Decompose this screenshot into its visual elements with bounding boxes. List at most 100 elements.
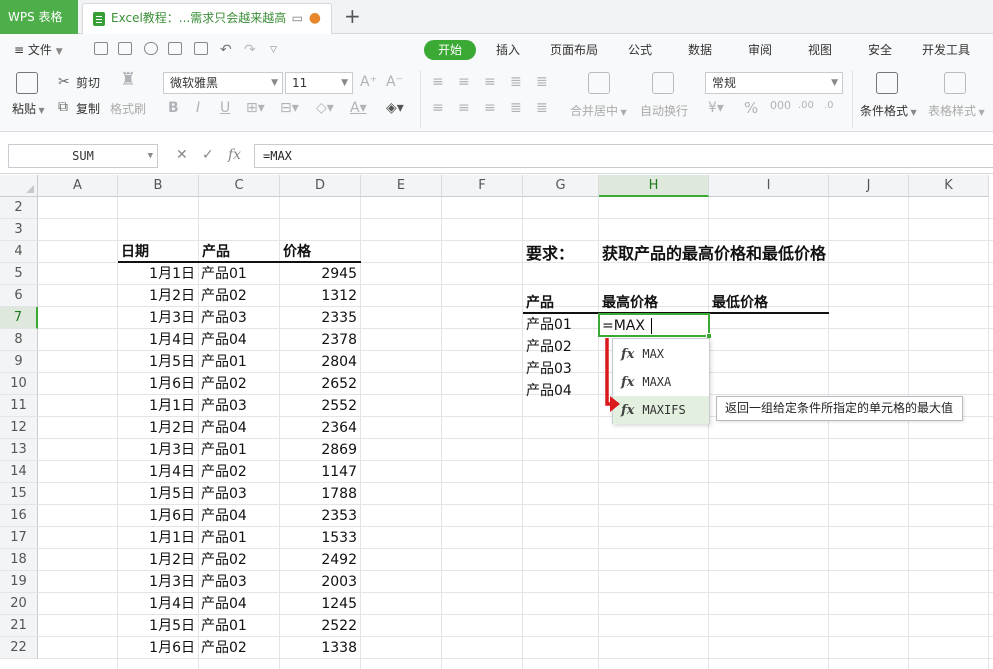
tab-home[interactable]: 开始 (424, 40, 477, 60)
row-header-8[interactable]: 8 (0, 329, 38, 351)
name-box[interactable]: SUM ▼ (8, 144, 158, 168)
merge-format-icon[interactable]: ⊟▾ (280, 100, 299, 116)
table-style-icon[interactable] (944, 72, 966, 94)
table-cell-date[interactable]: 1月5日 (118, 351, 199, 373)
table-cell-product[interactable]: 产品01 (201, 263, 247, 285)
table-cell-price[interactable]: 2552 (280, 395, 361, 417)
table-cell-date[interactable]: 1月1日 (118, 395, 199, 417)
table-cell-price[interactable]: 2378 (280, 329, 361, 351)
column-header-h[interactable]: H (599, 175, 709, 197)
cut-button[interactable]: 剪切 (76, 74, 100, 91)
table-cell-product[interactable]: 产品02 (201, 549, 247, 571)
table-cell-product[interactable]: 产品03 (201, 395, 247, 417)
redo-icon[interactable]: ↷ (244, 40, 256, 60)
row-header-22[interactable]: 22 (0, 637, 38, 659)
fill-color-icon[interactable]: ◇▾ (316, 100, 334, 116)
spreadsheet-grid[interactable]: ABCDEFGHIJK 2 3 4 5 6 7 8 9 10 11 12 13 14 15 16 17 18 19… (0, 175, 993, 669)
row-header-3[interactable]: 3 (0, 219, 38, 241)
table-cell-product[interactable]: 产品04 (201, 593, 247, 615)
table-cell-price[interactable]: 2003 (280, 571, 361, 593)
cancel-icon[interactable]: ✕ (176, 147, 188, 163)
row-header-7[interactable]: 7 (0, 307, 38, 329)
tab-page-layout[interactable]: 页面布局 (550, 40, 598, 60)
row-header-11[interactable]: 11 (0, 395, 38, 417)
table-cell-price[interactable]: 1312 (280, 285, 361, 307)
row-header-17[interactable]: 17 (0, 527, 38, 549)
table-cell-date[interactable]: 1月5日 (118, 615, 199, 637)
row-header-13[interactable]: 13 (0, 439, 38, 461)
row-header-15[interactable]: 15 (0, 483, 38, 505)
table-header[interactable]: 价格 (283, 241, 311, 263)
paste-button[interactable]: 粘贴 ▼ (12, 100, 45, 117)
number-format-select[interactable]: 常规 ▼ (705, 72, 843, 94)
confirm-icon[interactable]: ✓ (202, 147, 214, 163)
table-cell-price[interactable]: 1245 (280, 593, 361, 615)
underline-icon[interactable]: U (220, 100, 230, 116)
table-cell-product[interactable]: 产品04 (201, 505, 247, 527)
result-product[interactable]: 产品01 (526, 314, 572, 336)
merge-center-icon[interactable] (588, 72, 610, 94)
tab-formulas[interactable]: 公式 (628, 40, 652, 60)
conditional-format-icon[interactable] (876, 72, 898, 94)
table-cell-price[interactable]: 2652 (280, 373, 361, 395)
table-cell-date[interactable]: 1月3日 (118, 439, 199, 461)
table-cell-price[interactable]: 2804 (280, 351, 361, 373)
align-left-icon[interactable]: ≡ (432, 100, 444, 116)
table-cell-date[interactable]: 1月6日 (118, 505, 199, 527)
increase-decimal-icon[interactable]: .00 (798, 98, 814, 114)
table-header[interactable]: 日期 (121, 241, 149, 263)
row-header-2[interactable]: 2 (0, 197, 38, 219)
column-header-j[interactable]: J (829, 175, 909, 197)
align-middle-icon[interactable]: ≡ (458, 74, 470, 90)
column-header-k[interactable]: K (909, 175, 989, 197)
font-color-icon[interactable]: A▾ (350, 100, 367, 116)
table-cell-price[interactable]: 2335 (280, 307, 361, 329)
table-cell-date[interactable]: 1月2日 (118, 417, 199, 439)
decrease-font-icon[interactable]: A⁻ (386, 74, 403, 90)
document-tab[interactable]: Excel教程：...需求只会越来越高 ▭ ● (82, 3, 332, 34)
decrease-decimal-icon[interactable]: .0 (824, 98, 834, 114)
table-cell-product[interactable]: 产品01 (201, 439, 247, 461)
table-cell-product[interactable]: 产品02 (201, 461, 247, 483)
borders-icon[interactable]: ⊞▾ (246, 100, 265, 116)
column-header-i[interactable]: I (709, 175, 829, 197)
result-product[interactable]: 产品03 (526, 358, 572, 380)
currency-icon[interactable]: ¥▾ (708, 100, 724, 116)
column-header-d[interactable]: D (280, 175, 361, 197)
find-icon[interactable] (144, 42, 158, 55)
align-right-icon[interactable]: ≡ (484, 100, 496, 116)
thousands-icon[interactable]: 000 (770, 98, 791, 114)
table-cell-price[interactable]: 1147 (280, 461, 361, 483)
font-size-select[interactable]: 11 ▼ (285, 72, 353, 94)
justify-icon[interactable]: ≣ (510, 100, 522, 116)
table-cell-date[interactable]: 1月3日 (118, 307, 199, 329)
row-header-10[interactable]: 10 (0, 373, 38, 395)
indent-icon[interactable]: ≣ (536, 74, 548, 90)
table-header[interactable]: 产品 (202, 241, 230, 263)
copy-button[interactable]: 复制 (76, 100, 100, 117)
table-cell-date[interactable]: 1月6日 (118, 637, 199, 659)
conditional-format-button[interactable]: 条件格式 ▼ (860, 102, 917, 119)
tab-security[interactable]: 安全 (868, 40, 892, 60)
format-painter-button[interactable]: 格式刷 (110, 100, 146, 117)
column-header-f[interactable]: F (442, 175, 523, 197)
row-header-9[interactable]: 9 (0, 351, 38, 373)
percent-icon[interactable]: % (744, 100, 758, 116)
bold-icon[interactable]: B (168, 100, 179, 116)
tab-developer[interactable]: 开发工具 (922, 40, 970, 60)
monitor-icon[interactable]: ▭ (292, 4, 303, 32)
table-cell-price[interactable]: 1788 (280, 483, 361, 505)
print-icon[interactable] (168, 42, 182, 55)
table-cell-price[interactable]: 2353 (280, 505, 361, 527)
table-style-button[interactable]: 表格样式 ▼ (928, 102, 985, 119)
table-cell-product[interactable]: 产品01 (201, 351, 247, 373)
table-cell-date[interactable]: 1月5日 (118, 483, 199, 505)
row-header-4[interactable]: 4 (0, 241, 38, 263)
table-cell-product[interactable]: 产品01 (201, 615, 247, 637)
table-cell-price[interactable]: 1533 (280, 527, 361, 549)
app-tab[interactable]: WPS 表格 (0, 0, 78, 34)
row-header-16[interactable]: 16 (0, 505, 38, 527)
column-header-e[interactable]: E (361, 175, 442, 197)
italic-icon[interactable]: I (196, 100, 200, 116)
insert-function-icon[interactable]: fx (228, 147, 241, 163)
